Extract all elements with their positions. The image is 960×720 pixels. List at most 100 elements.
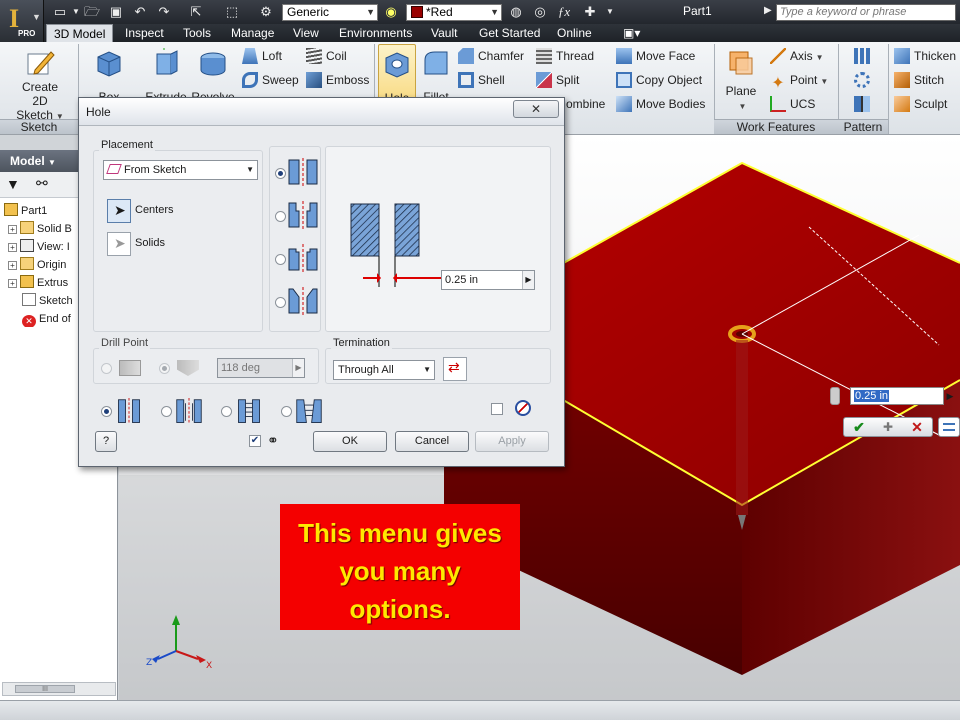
update-icon[interactable]: ⚙ (258, 4, 274, 20)
diameter-input[interactable]: 0.25 in ▶ (441, 270, 535, 290)
drill-angle-input[interactable]: 118 deg ▶ (217, 358, 305, 378)
browser-horizontal-scrollbar[interactable]: III (2, 682, 116, 696)
point-button[interactable]: ✦ Point ▼ (770, 70, 828, 92)
tab-online[interactable]: Online (550, 24, 599, 42)
chevron-down-icon[interactable]: ▼ (68, 4, 84, 20)
ok-button[interactable]: OK (313, 431, 387, 452)
canvas-diameter-input[interactable]: 0.25 in (850, 387, 944, 405)
mirror-button[interactable] (854, 94, 874, 114)
thicken-button[interactable]: Thicken (894, 46, 956, 66)
parameters-fx-icon[interactable]: ƒx (556, 4, 572, 20)
extrude-button[interactable]: Extrude (144, 48, 188, 104)
move-bodies-button[interactable]: Move Bodies (616, 94, 705, 114)
emboss-button[interactable]: Emboss (306, 70, 369, 90)
expand-arrow-icon[interactable]: ▶ (944, 387, 956, 405)
expand-icon[interactable]: + (8, 225, 17, 234)
cancel-x-icon[interactable]: ✕ (906, 419, 928, 435)
expand-icon[interactable]: + (8, 261, 17, 270)
color-wheel-icon[interactable]: ◉ (383, 4, 399, 20)
axis-button[interactable]: Axis ▼ (770, 46, 824, 66)
redo-icon[interactable]: ↷ (156, 4, 172, 20)
scroll-thumb[interactable]: III (15, 685, 75, 693)
sweep-button[interactable]: Sweep (242, 70, 299, 90)
tab-tools[interactable]: Tools (176, 24, 218, 42)
options-menu-icon[interactable] (938, 417, 960, 437)
appearance-dropdown[interactable]: Generic ▼ (282, 4, 378, 21)
infer-icheck-checkbox[interactable] (491, 403, 503, 415)
expand-icon[interactable]: + (8, 279, 17, 288)
new-file-icon[interactable]: ▭ (52, 4, 68, 20)
plane-button[interactable]: Plane ▼ (720, 48, 762, 111)
camera-icon[interactable]: ▣▾ (616, 24, 647, 42)
cancel-button[interactable]: Cancel (395, 431, 469, 452)
box-button[interactable]: Box (88, 48, 130, 104)
drilled-hole-radio[interactable] (275, 168, 286, 179)
tab-environments[interactable]: Environments (332, 24, 419, 42)
expand-arrow-icon[interactable]: ▶ (522, 271, 534, 289)
thread-button[interactable]: Thread (536, 46, 594, 66)
drag-grip[interactable] (830, 387, 840, 405)
copy-object-button[interactable]: Copy Object (616, 70, 702, 90)
expand-icon[interactable]: + (8, 243, 17, 252)
sculpt-button[interactable]: Sculpt (894, 94, 947, 114)
preview-checkbox[interactable]: ✔ (249, 435, 261, 447)
simple-hole-radio[interactable] (101, 406, 112, 417)
tapped-hole-radio[interactable] (221, 406, 232, 417)
open-folder-icon[interactable]: 🗁 (84, 4, 100, 20)
search-input[interactable]: Type a keyword or phrase (776, 4, 956, 21)
select-icon[interactable]: ⬚ (224, 4, 240, 20)
appearance-adjust-icon[interactable]: ◍ (508, 4, 524, 20)
customize-arrow-icon[interactable]: ▼ (602, 4, 618, 20)
ok-check-icon[interactable]: ✔ (848, 419, 870, 435)
stitch-button[interactable]: Stitch (894, 70, 944, 90)
spotface-radio[interactable] (275, 254, 286, 265)
circular-pattern-button[interactable] (854, 70, 874, 90)
clearance-hole-radio[interactable] (161, 406, 172, 417)
expand-arrow-icon[interactable]: ▶ (292, 359, 304, 377)
find-binoculars-icon[interactable]: ⚯ (36, 175, 48, 192)
chamfer-button[interactable]: Chamfer (458, 46, 524, 66)
save-icon[interactable]: ▣ (108, 4, 124, 20)
close-button[interactable]: ✕ (513, 100, 559, 118)
placement-type-dropdown[interactable]: From Sketch ▼ (103, 160, 258, 180)
apply-plus-icon[interactable]: ✚ (874, 419, 902, 435)
combine-button[interactable]: ombine (566, 94, 605, 114)
rectangular-pattern-button[interactable] (854, 46, 874, 66)
no-entry-icon[interactable] (515, 400, 531, 416)
tab-inspect[interactable]: Inspect (118, 24, 171, 42)
move-face-button[interactable]: Move Face (616, 46, 695, 66)
drill-point-angle-radio[interactable] (159, 363, 170, 374)
split-button[interactable]: Split (536, 70, 579, 90)
revolve-button[interactable]: Revolve (190, 48, 236, 104)
ucs-button[interactable]: UCS (770, 94, 815, 114)
drill-point-flat-radio[interactable] (101, 363, 112, 374)
clear-appearance-icon[interactable]: ◎ (532, 4, 548, 20)
counterbore-radio[interactable] (275, 211, 286, 222)
fillet-button[interactable]: Fillet (418, 48, 454, 104)
return-icon[interactable]: ⇱ (188, 4, 204, 20)
flip-direction-button[interactable]: ⇄ (443, 357, 467, 381)
add-icon[interactable]: ✚ (582, 4, 598, 20)
apply-button[interactable]: Apply (475, 431, 549, 452)
dialog-title-bar[interactable]: Hole (79, 98, 564, 126)
undo-icon[interactable]: ↶ (132, 4, 148, 20)
tab-3d-model[interactable]: 3D Model (46, 24, 114, 42)
search-expand-icon[interactable]: ▶ (764, 5, 772, 16)
termination-dropdown[interactable]: Through All ▼ (333, 360, 435, 380)
help-button[interactable]: ? (95, 431, 117, 452)
loft-button[interactable]: Loft (242, 46, 282, 66)
solids-select-button[interactable]: ➤ (107, 232, 131, 256)
shell-button[interactable]: Shell (458, 70, 505, 90)
coil-button[interactable]: Coil (306, 46, 347, 66)
taper-tapped-hole-radio[interactable] (281, 406, 292, 417)
application-menu-button[interactable]: I PRO ▼ (0, 0, 44, 42)
countersink-radio[interactable] (275, 297, 286, 308)
create-2d-sketch-button[interactable]: Create 2D Sketch ▼ (8, 48, 72, 124)
tab-manage[interactable]: Manage (224, 24, 281, 42)
filter-icon[interactable]: ▼ (6, 176, 20, 192)
tab-get-started[interactable]: Get Started (472, 24, 547, 42)
tab-vault[interactable]: Vault (424, 24, 464, 42)
tab-view[interactable]: View (286, 24, 326, 42)
material-dropdown[interactable]: *Red ▼ (406, 4, 502, 21)
centers-select-button[interactable]: ➤ (107, 199, 131, 223)
